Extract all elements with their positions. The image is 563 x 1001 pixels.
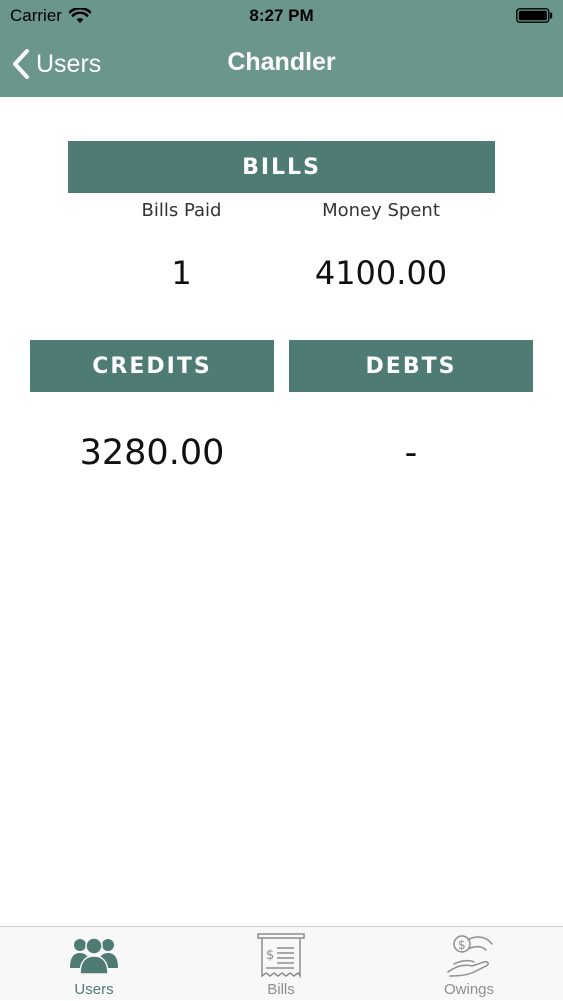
navigation-bar: Carrier 8:27 PM Users Chandler: [0, 0, 563, 97]
money-spent-label: Money Spent: [322, 200, 440, 221]
svg-text:$: $: [458, 938, 466, 952]
hand-coin-icon: $: [447, 935, 493, 977]
bills-paid-label: Bills Paid: [141, 200, 222, 221]
tab-users[interactable]: Users: [34, 927, 154, 1001]
svg-text:$: $: [266, 948, 274, 963]
users-icon: [70, 937, 118, 975]
tab-bar: Users $ Bills $ Owings: [0, 926, 563, 1000]
status-time: 8:27 PM: [249, 6, 314, 25]
debts-value: -: [404, 433, 418, 473]
tab-owings-label: Owings: [443, 981, 495, 998]
receipt-icon: $: [257, 933, 305, 979]
bills-paid-value: 1: [171, 254, 192, 292]
credits-value: 3280.00: [79, 433, 225, 473]
debts-header: DEBTS: [289, 340, 533, 392]
page-title: Chandler: [227, 48, 336, 76]
bills-header: BILLS: [68, 141, 495, 193]
tab-bills-label: Bills: [267, 981, 295, 998]
status-bar: Carrier 8:27 PM: [0, 0, 563, 32]
credits-header: CREDITS: [30, 340, 274, 392]
tab-bills[interactable]: $ Bills: [221, 927, 341, 1001]
battery-icon: [516, 8, 553, 23]
tab-owings[interactable]: $ Owings: [409, 927, 529, 1001]
money-spent-value: 4100.00: [314, 254, 448, 292]
tab-users-label: Users: [74, 981, 114, 998]
